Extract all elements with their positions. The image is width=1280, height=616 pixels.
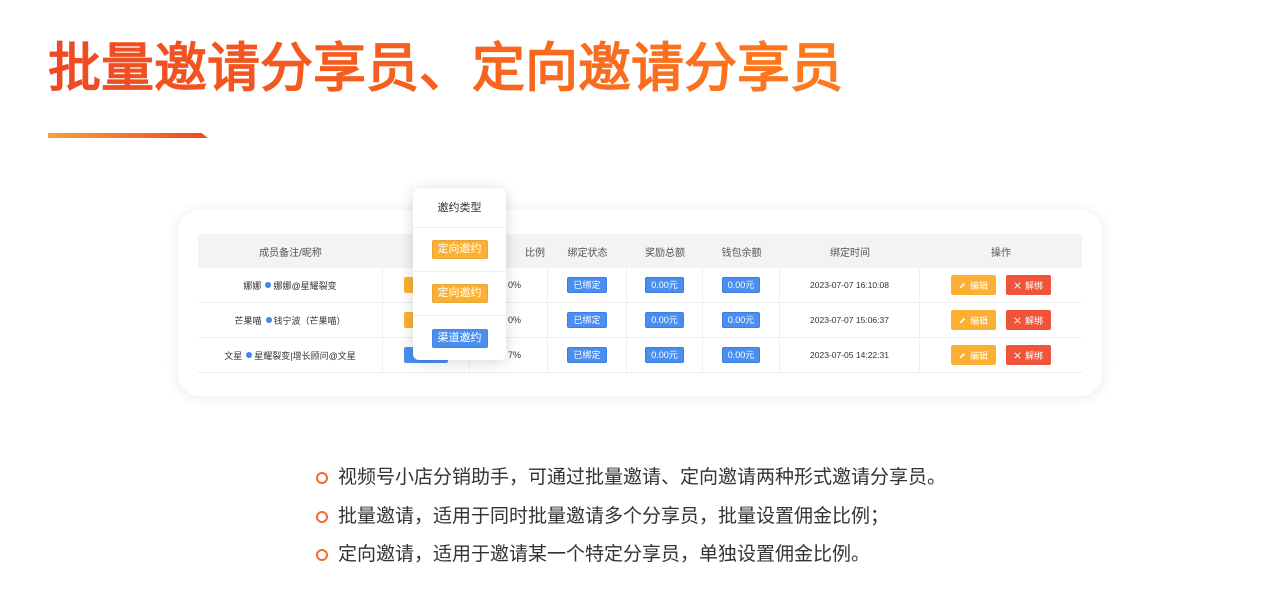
unbind-button-label: 解绑 — [1024, 350, 1043, 361]
member-name: 文星 — [224, 350, 243, 361]
member-nickname: 钱宁波（芒果喵） — [273, 315, 346, 326]
edit-button-label: 编辑 — [969, 280, 988, 291]
pencil-icon — [959, 352, 966, 358]
header-reward[interactable]: 奖励总额 — [627, 234, 703, 268]
unbind-button[interactable]: 解绑 — [1006, 275, 1051, 295]
bullet-text: 定向邀请，适用于邀请某一个特定分享员，单独设置佣金比例。 — [338, 544, 871, 565]
cell-member: 文星 星耀裂变|增长顾问@文星 — [198, 338, 383, 373]
unbind-button-label: 解绑 — [1024, 280, 1043, 291]
bullet-list: 视频号小店分销助手，可通过批量邀请、定向邀请两种形式邀请分享员。 批量邀请，适用… — [316, 459, 946, 575]
popup-title: 邀约类型 — [413, 188, 506, 228]
reward-badge: 0.00元 — [645, 277, 684, 293]
bullet-text: 视频号小店分销助手，可通过批量邀请、定向邀请两种形式邀请分享员。 — [338, 467, 947, 488]
bullet-item: 批量邀请，适用于同时批量邀请多个分享员，批量设置佣金比例； — [316, 498, 946, 537]
status-badge: 已绑定 — [567, 277, 607, 293]
invite-type-popup: 邀约类型 定向邀约 定向邀约 渠道邀约 — [413, 188, 506, 360]
dot-icon — [265, 317, 272, 323]
dot-icon — [246, 352, 253, 358]
cell-status: 已绑定 — [548, 268, 627, 303]
cell-status: 已绑定 — [548, 338, 627, 373]
cell-time: 2023-07-07 16:10:08 — [780, 268, 920, 303]
header-actions: 操作 — [920, 234, 1082, 268]
cell-balance: 0.00元 — [703, 338, 780, 373]
dot-icon — [265, 282, 272, 288]
edit-button-label: 编辑 — [969, 315, 988, 326]
cell-time: 2023-07-07 15:06:37 — [780, 303, 920, 338]
cell-actions: 编辑 解绑 — [920, 338, 1082, 373]
circle-ring-icon — [316, 549, 328, 562]
cell-member: 娜娜 娜娜@星耀裂变 — [198, 268, 383, 303]
edit-button[interactable]: 编辑 — [951, 275, 996, 295]
cell-time: 2023-07-05 14:22:31 — [780, 338, 920, 373]
edit-button-label: 编辑 — [969, 350, 988, 361]
cell-balance: 0.00元 — [703, 303, 780, 338]
status-badge: 已绑定 — [567, 312, 607, 328]
cell-reward: 0.00元 — [627, 268, 703, 303]
cell-actions: 编辑 解绑 — [920, 268, 1082, 303]
balance-badge: 0.00元 — [721, 277, 761, 293]
popup-option[interactable]: 定向邀约 — [413, 272, 506, 316]
header-status[interactable]: 绑定状态 — [548, 234, 627, 268]
cell-balance: 0.00元 — [703, 268, 780, 303]
popup-option[interactable]: 渠道邀约 — [413, 316, 506, 360]
cell-status: 已绑定 — [548, 303, 627, 338]
member-table: 成员备注/昵称 比例 绑定状态 奖励总额 钱包余额 绑定时间 操作 娜娜 娜娜@… — [198, 234, 1082, 373]
bullet-text: 批量邀请，适用于同时批量邀请多个分享员，批量设置佣金比例； — [338, 505, 890, 527]
unbind-button[interactable]: 解绑 — [1006, 345, 1051, 365]
invite-option-tag[interactable]: 渠道邀约 — [431, 328, 488, 348]
member-nickname: 娜娜@星耀裂变 — [273, 280, 337, 291]
pencil-icon — [959, 282, 966, 288]
unbind-button-label: 解绑 — [1024, 315, 1043, 326]
cell-reward: 0.00元 — [627, 338, 703, 373]
status-badge: 已绑定 — [567, 347, 607, 363]
balance-badge: 0.00元 — [721, 347, 761, 363]
circle-ring-icon — [316, 472, 328, 485]
invite-option-tag[interactable]: 定向邀约 — [431, 284, 488, 303]
cell-actions: 编辑 解绑 — [920, 303, 1082, 338]
close-icon — [1014, 316, 1021, 324]
invite-option-tag[interactable]: 定向邀约 — [431, 240, 488, 259]
header-member[interactable]: 成员备注/昵称 — [198, 234, 383, 268]
member-nickname: 星耀裂变|增长顾问@文星 — [254, 350, 356, 361]
pencil-icon — [959, 317, 966, 323]
balance-badge: 0.00元 — [721, 312, 761, 328]
circle-ring-icon — [316, 510, 328, 523]
bullet-item: 定向邀请，适用于邀请某一个特定分享员，单独设置佣金比例。 — [316, 536, 946, 575]
reward-badge: 0.00元 — [645, 347, 684, 363]
edit-button[interactable]: 编辑 — [951, 310, 996, 330]
edit-button[interactable]: 编辑 — [951, 345, 996, 365]
reward-badge: 0.00元 — [645, 312, 684, 328]
cell-reward: 0.00元 — [627, 303, 703, 338]
bullet-item: 视频号小店分销助手，可通过批量邀请、定向邀请两种形式邀请分享员。 — [316, 459, 946, 498]
close-icon — [1014, 281, 1021, 289]
member-name: 芒果喵 — [234, 315, 262, 326]
popup-option[interactable]: 定向邀约 — [413, 228, 506, 272]
cell-member: 芒果喵 钱宁波（芒果喵） — [198, 303, 383, 338]
header-time[interactable]: 绑定时间 — [780, 234, 920, 268]
member-name: 娜娜 — [243, 280, 262, 291]
close-icon — [1014, 351, 1021, 359]
title-underline — [48, 133, 208, 138]
header-balance[interactable]: 钱包余额 — [703, 234, 780, 268]
slide-title: 批量邀请分享员、定向邀请分享员 — [48, 33, 843, 105]
unbind-button[interactable]: 解绑 — [1006, 310, 1051, 330]
